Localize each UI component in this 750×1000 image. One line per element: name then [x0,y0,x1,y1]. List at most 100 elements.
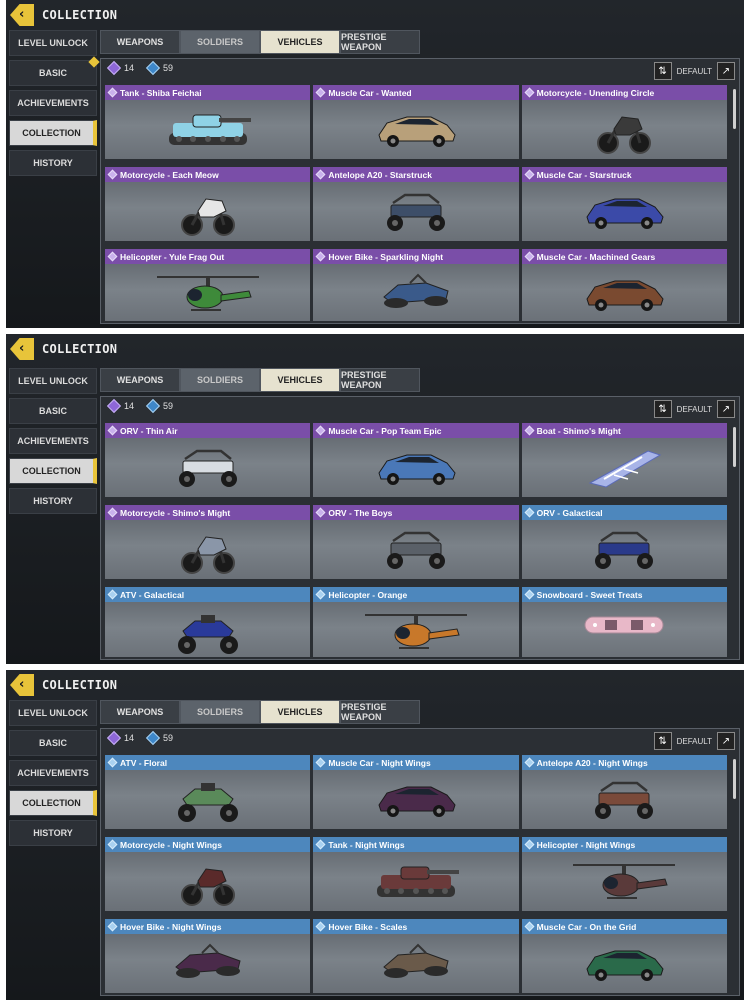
vehicle-card[interactable]: Hover Bike - Night Wings [105,919,311,993]
vehicle-card[interactable]: Muscle Car - Pop Team Epic [313,423,519,497]
vehicle-card[interactable]: ORV - Thin Air [105,423,311,497]
sidebar-item-collection[interactable]: COLLECTION [9,458,97,484]
vehicle-card[interactable]: Hover Bike - Scales [313,919,519,993]
sidebar-item-basic[interactable]: BASIC [9,56,100,86]
vehicle-name: Snowboard - Sweet Treats [536,589,643,600]
sidebar-item-achievements[interactable]: ACHIEVEMENTS [9,90,97,116]
share-button[interactable]: ↗ [717,732,735,750]
tab-prestige-weapon[interactable]: PRESTIGE WEAPON [340,700,420,724]
vehicle-card[interactable]: Muscle Car - Wanted [313,85,519,159]
vehicle-name: Antelope A20 - Starstruck [328,169,432,180]
epic-gem-icon [106,730,122,746]
tab-soldiers[interactable]: SOLDIERS [180,700,260,724]
vehicle-name: ORV - Galactical [536,507,603,518]
scrollbar[interactable] [733,89,736,129]
vehicle-name: Helicopter - Orange [328,589,408,600]
sidebar-item-label: LEVEL UNLOCK [18,708,88,718]
vehicle-grid: ATV - Floral Muscle Car - Night Wings An… [105,755,727,993]
tab-prestige-weapon[interactable]: PRESTIGE WEAPON [340,30,420,54]
vehicle-card[interactable]: Helicopter - Orange [313,587,519,657]
currency-stats: 14 59 [106,730,173,746]
share-icon: ↗ [721,735,731,747]
motorcycle-icon [178,189,238,237]
sidebar-item-achievements[interactable]: ACHIEVEMENTS [9,760,97,786]
vehicle-card[interactable]: Motorcycle - Unending Circle [521,85,727,159]
vehicle-card[interactable]: ATV - Floral [105,755,311,829]
vehicle-card[interactable]: Muscle Car - Machined Gears [521,249,727,321]
rare-gem-icon [145,60,161,76]
chevron-left-icon: ‹ [19,677,25,692]
helicopter-icon [569,859,679,905]
sidebar-item-label: ACHIEVEMENTS [17,768,89,778]
vehicle-card[interactable]: Motorcycle - Night Wings [105,837,311,911]
sidebar-item-collection[interactable]: COLLECTION [9,120,97,146]
sidebar-item-achievements[interactable]: ACHIEVEMENTS [9,428,97,454]
vehicle-card[interactable]: ORV - The Boys [313,505,519,579]
page-title: COLLECTION [42,678,118,692]
vehicle-card[interactable]: Motorcycle - Shimo's Might [105,505,311,579]
share-button[interactable]: ↗ [717,400,735,418]
tab-weapons[interactable]: WEAPONS [100,368,180,392]
vehicle-card[interactable]: ORV - Galactical [521,505,727,579]
share-button[interactable]: ↗ [717,62,735,80]
rarity-gem-icon [315,589,326,600]
vehicle-card[interactable]: Snowboard - Sweet Treats [521,587,727,657]
collection-screen-1: ‹ COLLECTION LEVEL UNLOCK BASIC ACHIEVEMEN… [6,0,744,328]
sidebar-item-level-unlock[interactable]: LEVEL UNLOCK [9,700,97,726]
vehicle-card[interactable]: Antelope A20 - Night Wings [521,755,727,829]
tab-vehicles[interactable]: VEHICLES [260,30,340,54]
back-button[interactable]: ‹ [10,338,34,360]
scrollbar[interactable] [733,759,736,799]
vehicle-card[interactable]: Boat - Shimo's Might [521,423,727,497]
vehicle-card[interactable]: Muscle Car - On the Grid [521,919,727,993]
tab-weapons[interactable]: WEAPONS [100,700,180,724]
tab-vehicles[interactable]: VEHICLES [260,368,340,392]
tab-soldiers[interactable]: SOLDIERS [180,368,260,392]
tab-weapons[interactable]: WEAPONS [100,30,180,54]
buggy-icon [589,527,659,573]
vehicle-card[interactable]: Tank - Shiba Feichai [105,85,311,159]
sort-order-button[interactable]: ⇅ [653,62,672,80]
rarity-gem-icon [524,169,535,180]
sidebar-item-level-unlock[interactable]: LEVEL UNLOCK [9,368,97,394]
sidebar-item-basic[interactable]: BASIC [9,398,97,424]
tab-vehicles[interactable]: VEHICLES [260,700,340,724]
vehicle-grid: Tank - Shiba Feichai Muscle Car - Wanted… [105,85,727,321]
vehicle-card[interactable]: Antelope A20 - Starstruck [313,167,519,241]
car-icon [581,941,667,985]
header: ‹ COLLECTION [6,670,744,700]
vehicle-name: Hover Bike - Sparkling Night [328,251,444,262]
hoverbike-icon [376,941,456,985]
buggy-icon [173,445,243,491]
vehicle-card[interactable]: Hover Bike - Sparkling Night [313,249,519,321]
vehicle-card[interactable]: Helicopter - Yule Frag Out [105,249,311,321]
vehicle-name: Helicopter - Night Wings [536,839,636,850]
sidebar-item-basic[interactable]: BASIC [9,730,97,756]
tab-prestige-weapon[interactable]: PRESTIGE WEAPON [340,368,420,392]
vehicle-card[interactable]: Muscle Car - Night Wings [313,755,519,829]
sidebar-item-collection[interactable]: COLLECTION [9,790,97,816]
rarity-gem-icon [107,425,118,436]
sort-order-button[interactable]: ⇅ [653,400,672,418]
vehicle-card[interactable]: ATV - Galactical [105,587,311,657]
rarity-gem-icon [315,757,326,768]
back-button[interactable]: ‹ [10,4,34,26]
sidebar-item-history[interactable]: HISTORY [9,488,97,514]
rarity-gem-icon [107,589,118,600]
tab-soldiers[interactable]: SOLDIERS [180,30,260,54]
vehicle-card[interactable]: Muscle Car - Starstruck [521,167,727,241]
sort-order-button[interactable]: ⇅ [653,732,672,750]
vehicle-card[interactable]: Motorcycle - Each Meow [105,167,311,241]
sidebar-item-history[interactable]: HISTORY [9,820,97,846]
scrollbar[interactable] [733,427,736,467]
rarity-gem-icon [315,425,326,436]
vehicle-card[interactable]: Tank - Night Wings [313,837,519,911]
back-button[interactable]: ‹ [10,674,34,696]
sort-label: DEFAULT [676,66,712,76]
sidebar-item-history[interactable]: HISTORY [9,150,97,176]
vehicle-card[interactable]: Helicopter - Night Wings [521,837,727,911]
rarity-gem-icon [107,839,118,850]
motorcycle-icon [178,527,238,575]
sidebar-item-level-unlock[interactable]: LEVEL UNLOCK [9,30,97,56]
vehicle-name: Motorcycle - Shimo's Might [120,507,231,518]
